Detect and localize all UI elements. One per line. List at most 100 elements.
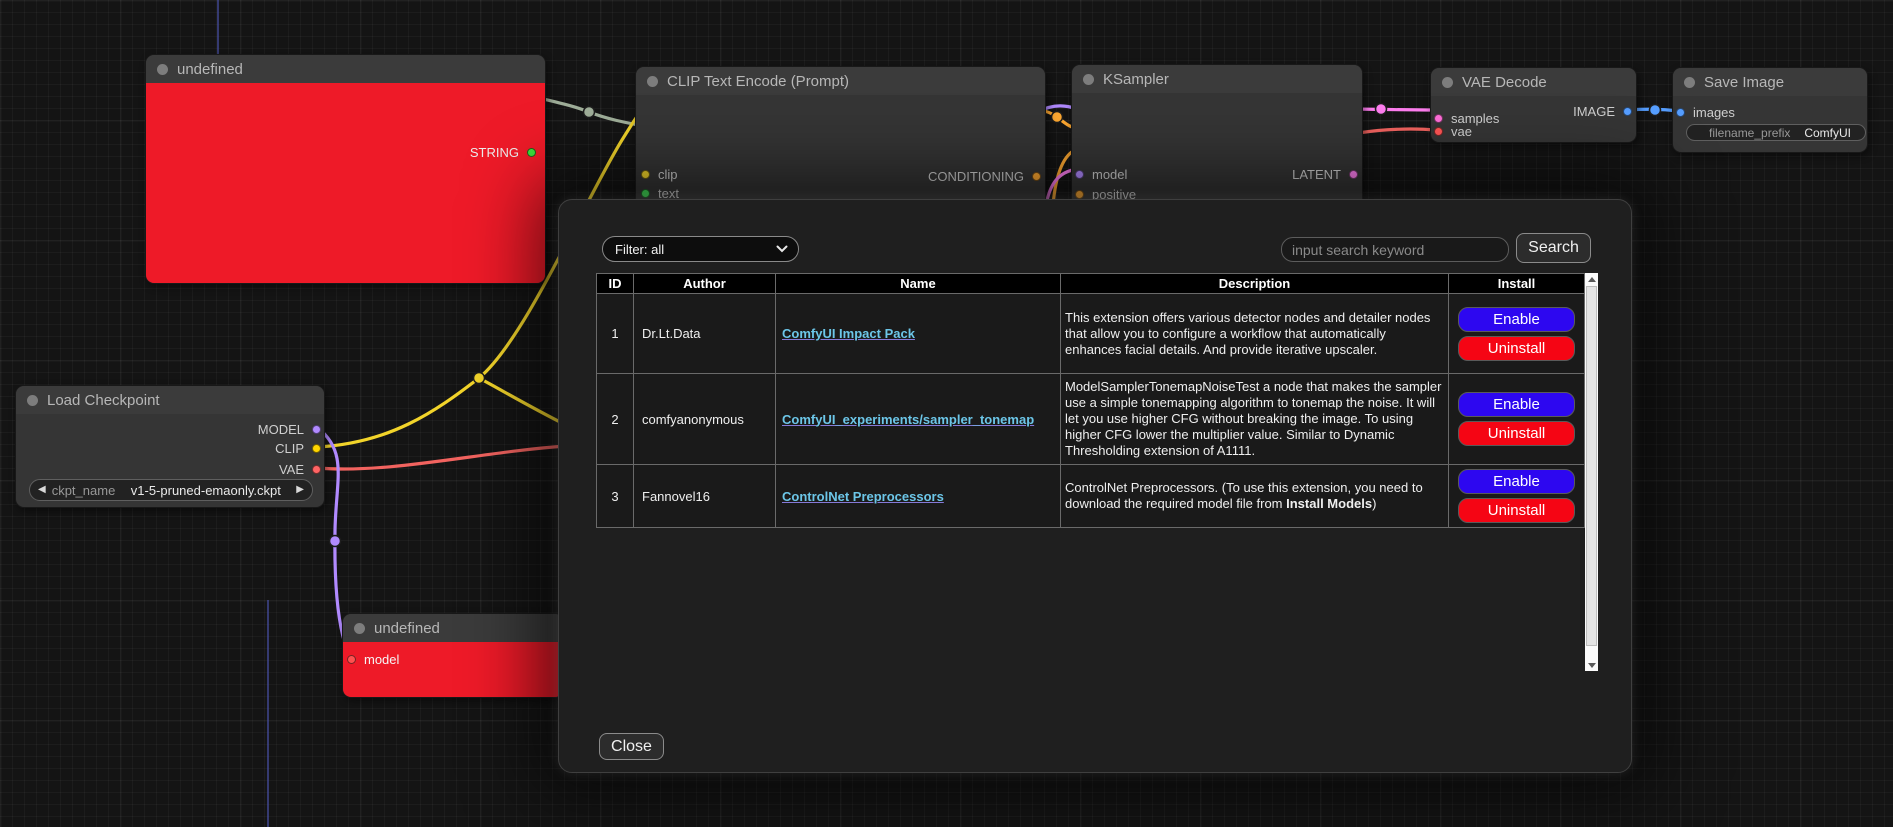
- input-dot-samples[interactable]: [1434, 114, 1443, 123]
- header-description: Description: [1061, 274, 1449, 294]
- table-row: 3 Fannovel16 ControlNet Preprocessors Co…: [597, 465, 1585, 528]
- collapse-dot-icon[interactable]: [27, 395, 38, 406]
- table-row: 2 comfyanonymous ComfyUI_experiments/sam…: [597, 374, 1585, 465]
- collapse-dot-icon[interactable]: [354, 623, 365, 634]
- input-dot-model[interactable]: [347, 655, 356, 664]
- output-dot-latent[interactable]: [1349, 170, 1358, 179]
- ext-id: 2: [597, 374, 634, 465]
- wire-vae-right: [1358, 129, 1436, 133]
- input-images[interactable]: images: [1676, 105, 1735, 119]
- input-clip[interactable]: clip: [641, 167, 678, 181]
- node-title-bar[interactable]: Save Image: [1673, 68, 1867, 96]
- output-dot-string[interactable]: [527, 148, 536, 157]
- wire-vae-left: [318, 446, 566, 469]
- install-models-bold: Install Models: [1286, 496, 1372, 511]
- enable-button[interactable]: Enable: [1458, 469, 1575, 494]
- reroute-dot[interactable]: [474, 373, 485, 384]
- ext-author: comfyanonymous: [634, 374, 776, 465]
- node-title: undefined: [177, 61, 243, 78]
- node-title-bar[interactable]: undefined: [343, 614, 563, 642]
- input-dot-images[interactable]: [1676, 108, 1685, 117]
- error-node-body: [343, 642, 563, 697]
- enable-button[interactable]: Enable: [1458, 392, 1575, 417]
- node-title-bar[interactable]: VAE Decode: [1431, 68, 1636, 96]
- reroute-dot[interactable]: [1650, 105, 1661, 116]
- scroll-down-icon[interactable]: [1585, 659, 1598, 671]
- output-string[interactable]: STRING: [470, 145, 536, 159]
- reroute-dot[interactable]: [330, 536, 341, 547]
- enable-button[interactable]: Enable: [1458, 307, 1575, 332]
- comfyui-canvas: { "canvas": { "arrow_left": "◀", "arrow_…: [0, 0, 1893, 827]
- output-dot-clip[interactable]: [312, 444, 321, 453]
- node-title: KSampler: [1103, 71, 1169, 88]
- output-image[interactable]: IMAGE: [1573, 104, 1632, 118]
- node-title: undefined: [374, 620, 440, 637]
- input-dot-positive[interactable]: [1075, 190, 1084, 199]
- search-button[interactable]: Search: [1516, 233, 1591, 263]
- output-clip[interactable]: CLIP: [275, 441, 321, 455]
- ext-link[interactable]: ComfyUI Impact Pack: [782, 326, 915, 341]
- close-button[interactable]: Close: [599, 733, 664, 760]
- node-title: Save Image: [1704, 74, 1784, 91]
- uninstall-button[interactable]: Uninstall: [1458, 336, 1575, 361]
- node-undefined-bottom[interactable]: undefined model: [342, 613, 564, 698]
- node-vae-decode[interactable]: VAE Decode samples vae IMAGE: [1430, 67, 1637, 143]
- collapse-dot-icon[interactable]: [157, 64, 168, 75]
- header-author: Author: [634, 274, 776, 294]
- output-dot-vae[interactable]: [312, 465, 321, 474]
- ext-link[interactable]: ControlNet Preprocessors: [782, 489, 944, 504]
- output-dot-conditioning[interactable]: [1032, 172, 1041, 181]
- output-conditioning[interactable]: CONDITIONING: [928, 169, 1041, 183]
- ext-description: ControlNet Preprocessors. (To use this e…: [1061, 465, 1449, 528]
- node-title: CLIP Text Encode (Prompt): [667, 73, 849, 90]
- input-text[interactable]: text: [641, 186, 679, 200]
- ckpt-name-widget[interactable]: ◀ ckpt_name v1-5-pruned-emaonly.ckpt ▶: [29, 479, 313, 501]
- filename-prefix-widget[interactable]: filename_prefix ComfyUI: [1686, 124, 1866, 141]
- reroute-dot[interactable]: [1052, 112, 1063, 123]
- prev-arrow-icon[interactable]: ◀: [38, 485, 46, 495]
- input-model[interactable]: model: [1075, 167, 1127, 181]
- output-dot-image[interactable]: [1623, 107, 1632, 116]
- chevron-down-icon: [776, 245, 788, 253]
- collapse-dot-icon[interactable]: [1083, 74, 1094, 85]
- filter-select[interactable]: Filter: all: [602, 236, 799, 262]
- input-dot-model[interactable]: [1075, 170, 1084, 179]
- node-title-bar[interactable]: CLIP Text Encode (Prompt): [636, 67, 1045, 95]
- node-load-checkpoint[interactable]: Load Checkpoint MODEL CLIP VAE ◀ ckpt_na…: [15, 385, 325, 508]
- table-scrollbar[interactable]: [1585, 273, 1598, 671]
- uninstall-button[interactable]: Uninstall: [1458, 421, 1575, 446]
- reroute-dot[interactable]: [584, 107, 595, 118]
- collapse-dot-icon[interactable]: [1442, 77, 1453, 88]
- ext-author: Dr.Lt.Data: [634, 294, 776, 374]
- collapse-dot-icon[interactable]: [647, 76, 658, 87]
- output-vae[interactable]: VAE: [279, 462, 321, 476]
- scroll-up-icon[interactable]: [1585, 273, 1598, 285]
- output-model[interactable]: MODEL: [258, 422, 321, 436]
- scrollbar-thumb[interactable]: [1586, 286, 1597, 646]
- reroute-dot[interactable]: [1376, 104, 1387, 115]
- node-save-image[interactable]: Save Image images filename_prefix ComfyU…: [1672, 67, 1868, 153]
- output-dot-model[interactable]: [312, 425, 321, 434]
- input-dot-text[interactable]: [641, 189, 650, 198]
- ext-description: This extension offers various detector n…: [1061, 294, 1449, 374]
- input-vae[interactable]: vae: [1434, 124, 1472, 138]
- node-title-bar[interactable]: undefined: [146, 55, 545, 83]
- input-model[interactable]: model: [347, 652, 399, 666]
- uninstall-button[interactable]: Uninstall: [1458, 498, 1575, 523]
- header-name: Name: [776, 274, 1061, 294]
- header-id: ID: [597, 274, 634, 294]
- ext-link[interactable]: ComfyUI_experiments/sampler_tonemap: [782, 412, 1034, 427]
- node-title-bar[interactable]: KSampler: [1072, 65, 1362, 93]
- node-undefined-top[interactable]: undefined STRING: [145, 54, 546, 284]
- output-latent[interactable]: LATENT: [1292, 167, 1358, 181]
- input-dot-clip[interactable]: [641, 170, 650, 179]
- ext-id: 3: [597, 465, 634, 528]
- wire-latent-out: [1353, 109, 1436, 110]
- node-title: VAE Decode: [1462, 74, 1547, 91]
- node-title-bar[interactable]: Load Checkpoint: [16, 386, 324, 414]
- ext-author: Fannovel16: [634, 465, 776, 528]
- next-arrow-icon[interactable]: ▶: [296, 485, 304, 495]
- search-input[interactable]: [1281, 237, 1509, 262]
- collapse-dot-icon[interactable]: [1684, 77, 1695, 88]
- input-dot-vae[interactable]: [1434, 127, 1443, 136]
